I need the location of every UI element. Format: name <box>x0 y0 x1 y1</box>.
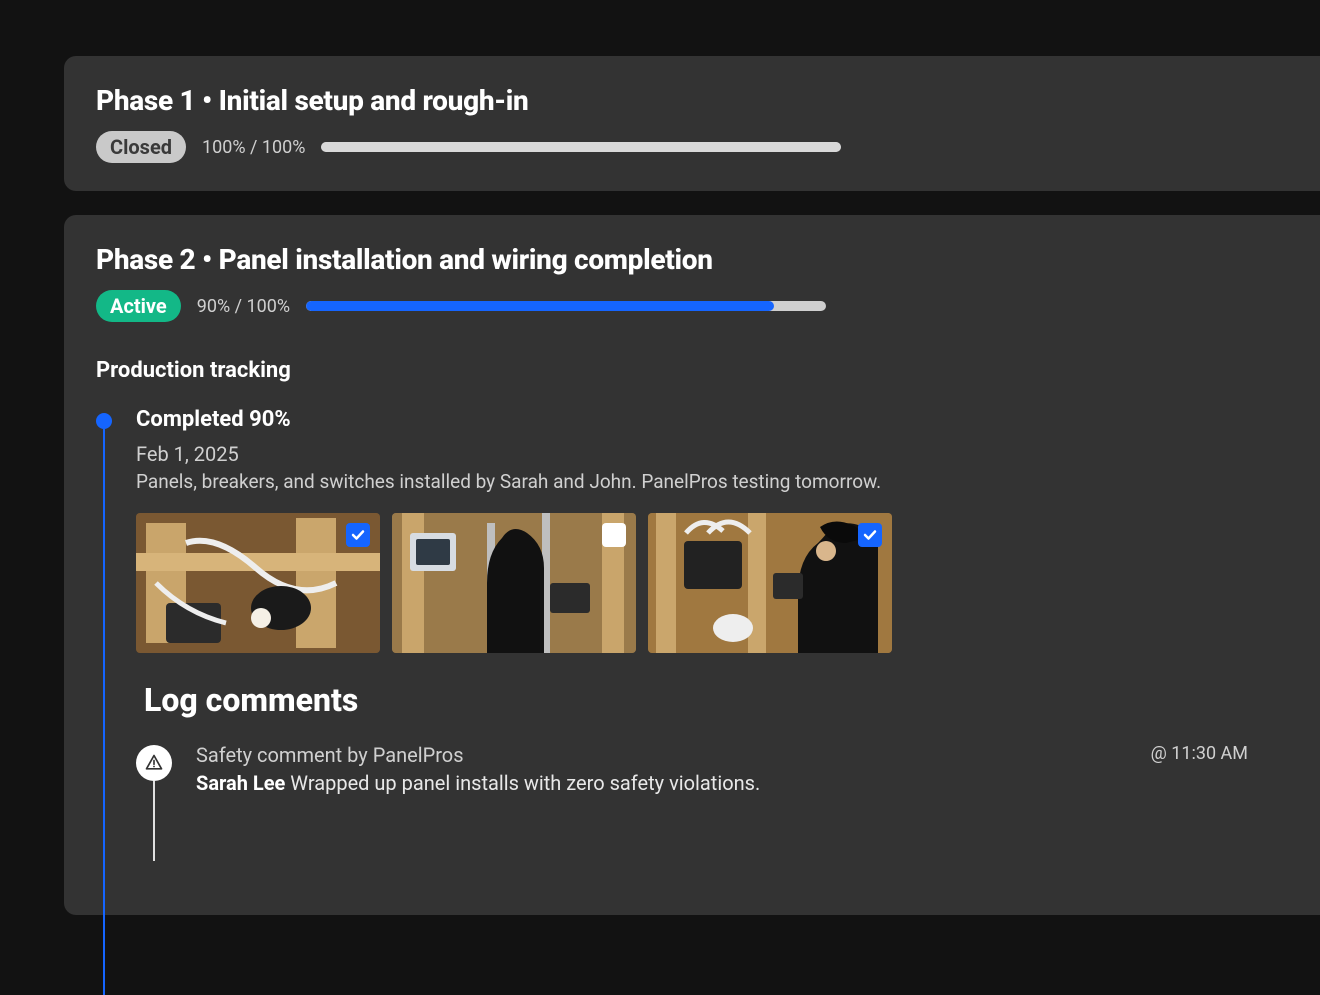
comment-row: Safety comment by PanelPros Sarah Lee Wr… <box>136 743 1288 795</box>
comment-text: Sarah Lee Wrapped up panel installs with… <box>196 771 1127 795</box>
phase-1-status-badge: Closed <box>96 131 186 163</box>
comment-message: Wrapped up panel installs with zero safe… <box>290 771 760 795</box>
photo-checkbox[interactable] <box>602 523 626 547</box>
timeline-dot-icon <box>96 413 112 429</box>
phase-2-status-badge: Active <box>96 290 181 322</box>
safety-warning-icon <box>136 745 172 781</box>
photo-thumbnail[interactable] <box>392 513 636 653</box>
photo-row <box>136 513 1288 653</box>
phase-2-progress-fill <box>306 301 774 311</box>
timeline: Completed 90% Feb 1, 2025 Panels, breake… <box>96 407 1288 795</box>
phase-2-title: Phase 2 • Panel installation and wiring … <box>96 243 1288 276</box>
production-tracking-heading: Production tracking <box>96 358 1288 383</box>
phase-2-status-row: Active 90% / 100% <box>96 290 1288 322</box>
entry-description: Panels, breakers, and switches installed… <box>136 470 1288 493</box>
phase-1-progress-fill <box>321 142 841 152</box>
phase-2-progress-text: 90% / 100% <box>197 296 290 317</box>
entry-title: Completed 90% <box>136 407 1288 432</box>
comment-author: Sarah Lee <box>196 771 285 795</box>
entry-date: Feb 1, 2025 <box>136 442 1288 466</box>
phase-1-title: Phase 1 • Initial setup and rough-in <box>96 84 1288 117</box>
phase-2-progress-bar <box>306 301 826 311</box>
photo-thumbnail[interactable] <box>136 513 380 653</box>
phase-2-card: Phase 2 • Panel installation and wiring … <box>64 215 1320 915</box>
log-comments-heading: Log comments <box>144 681 1288 719</box>
photo-checkbox[interactable] <box>858 523 882 547</box>
comment-timestamp: @ 11:30 AM <box>1151 743 1288 764</box>
phase-1-progress-bar <box>321 142 841 152</box>
comment-timeline-line <box>153 781 155 861</box>
comment-body: Safety comment by PanelPros Sarah Lee Wr… <box>196 743 1127 795</box>
comment-meta: Safety comment by PanelPros <box>196 743 1127 767</box>
phase-1-progress-text: 100% / 100% <box>202 137 305 158</box>
timeline-line <box>103 429 105 995</box>
photo-checkbox[interactable] <box>346 523 370 547</box>
phase-1-card: Phase 1 • Initial setup and rough-in Clo… <box>64 56 1320 191</box>
photo-thumbnail[interactable] <box>648 513 892 653</box>
phase-1-status-row: Closed 100% / 100% <box>96 131 1288 163</box>
